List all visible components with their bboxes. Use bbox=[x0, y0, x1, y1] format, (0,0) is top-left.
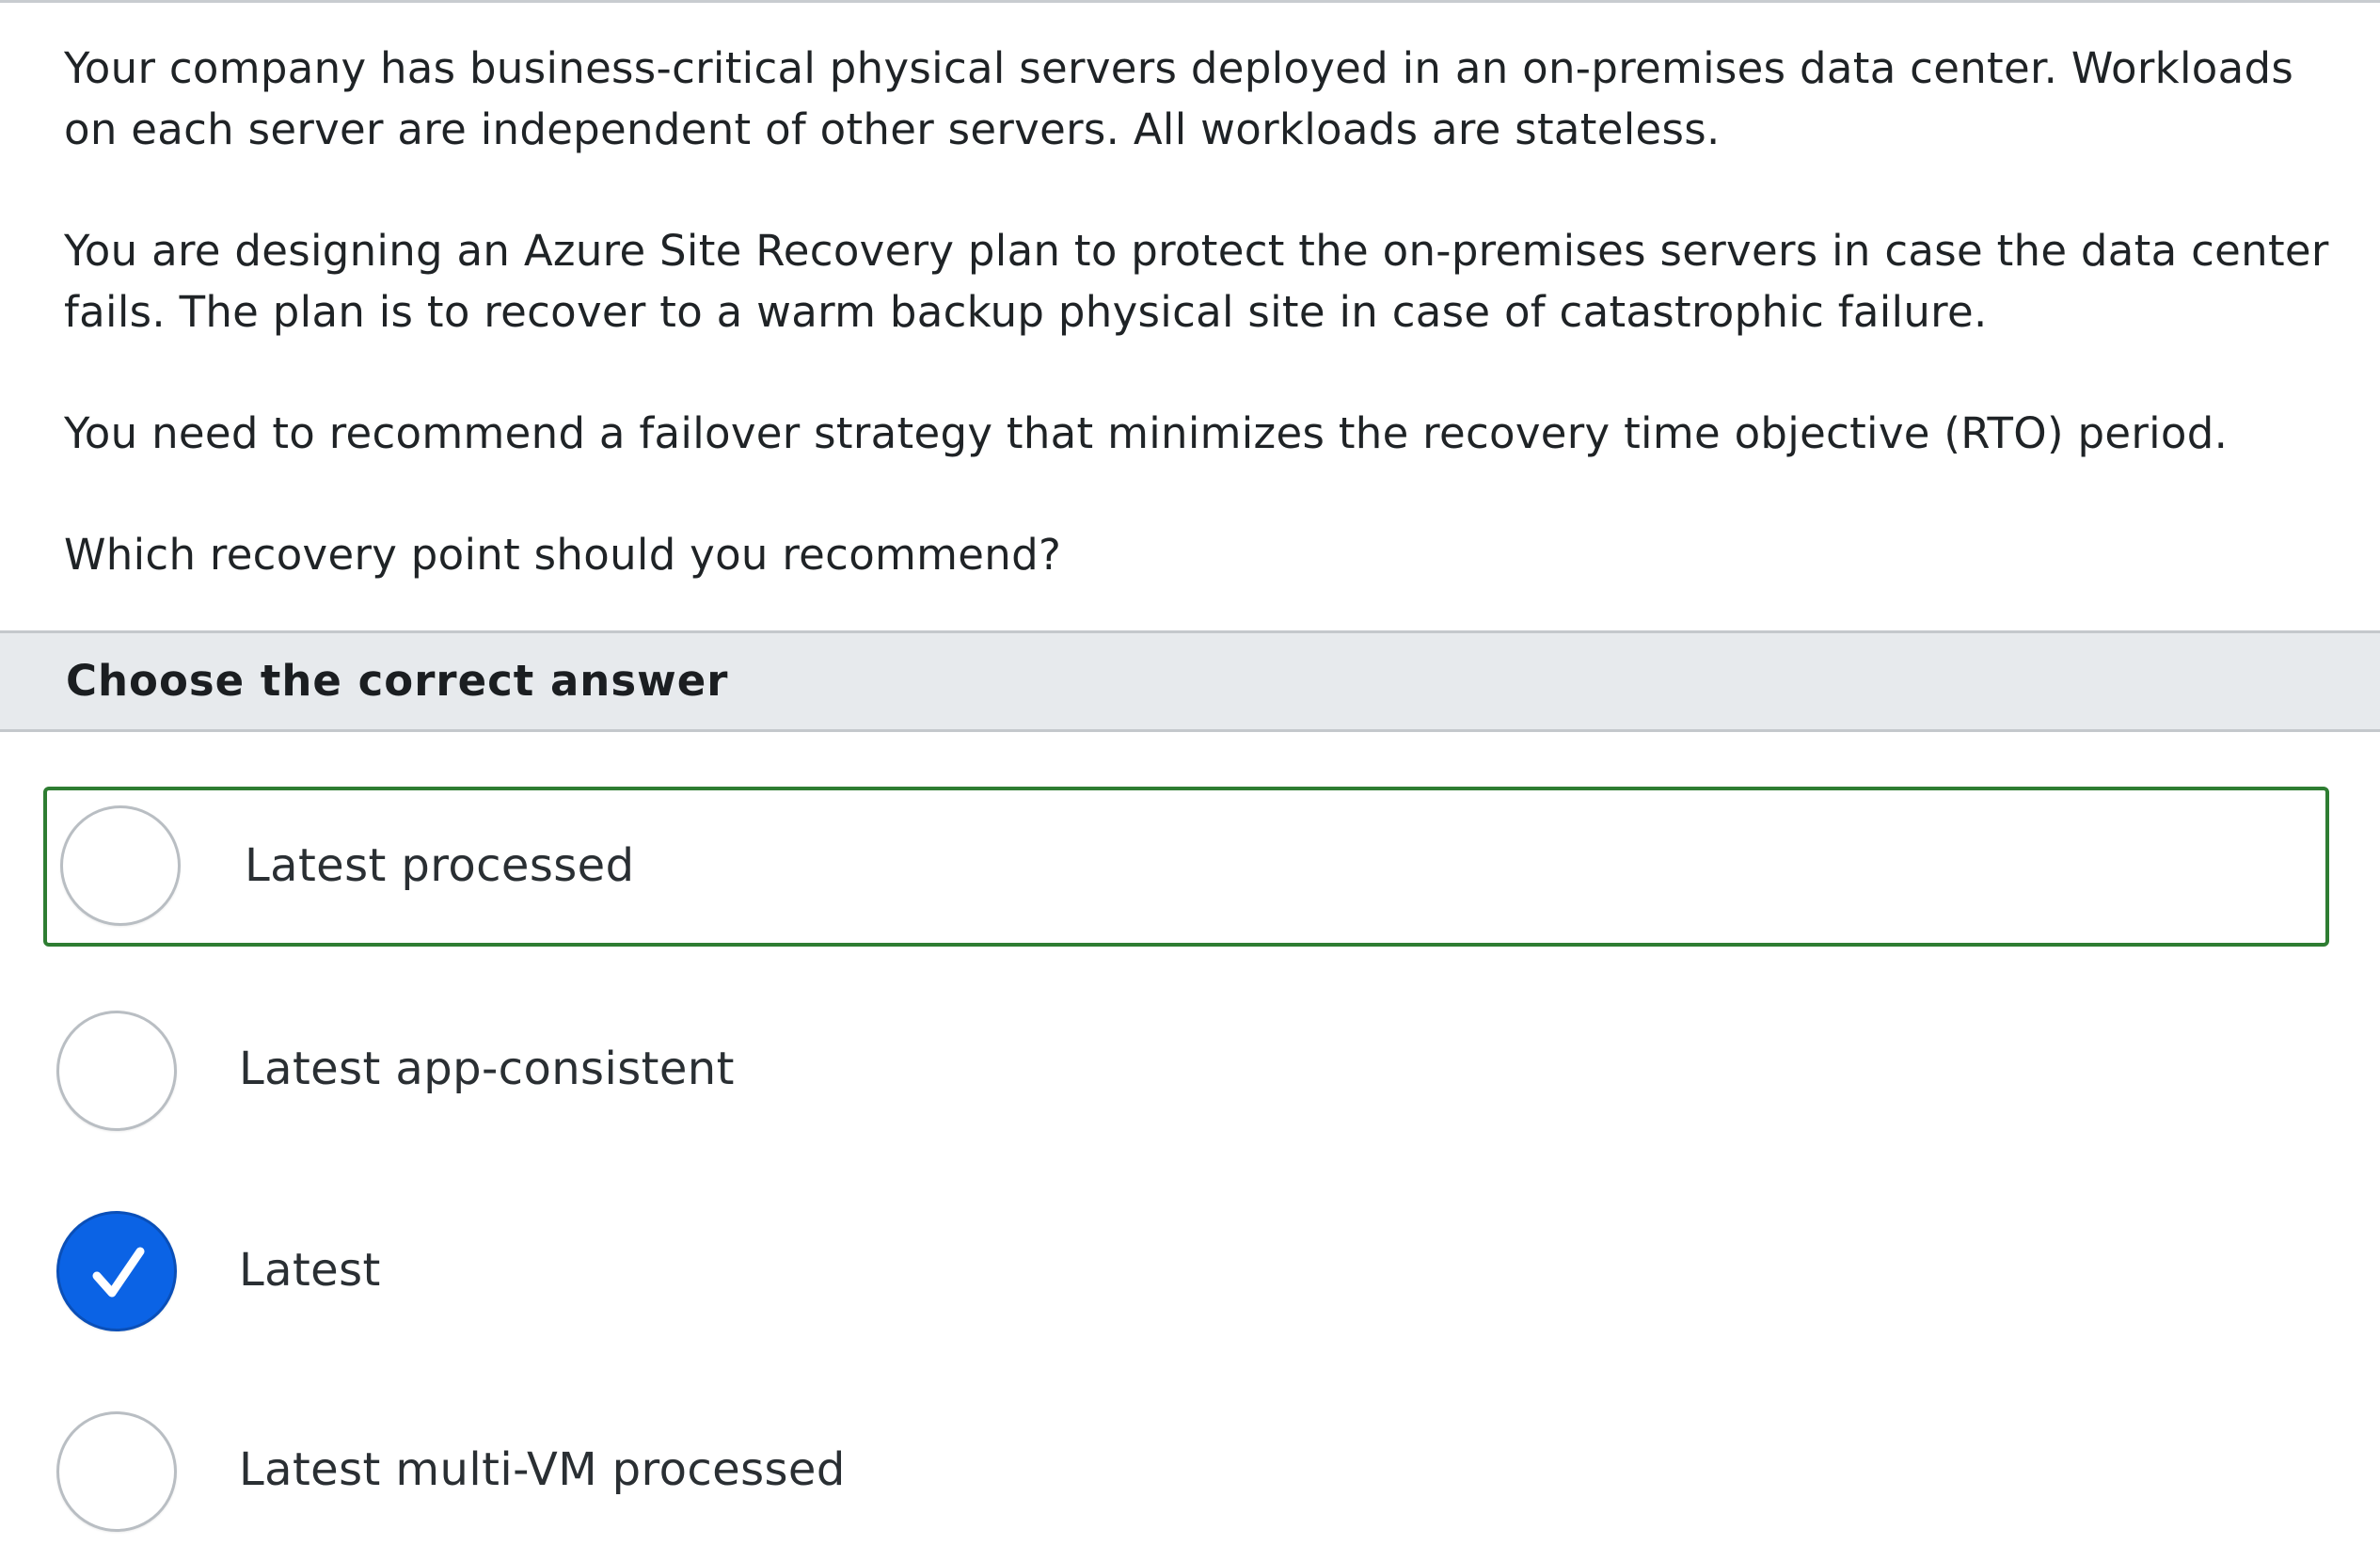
question-prompt: Which recovery point should you recommen… bbox=[64, 530, 1062, 580]
radio-button-checked[interactable] bbox=[56, 1211, 177, 1331]
checkmark-icon bbox=[92, 1247, 145, 1298]
radio-button[interactable] bbox=[56, 1011, 177, 1131]
answer-option-latest[interactable]: Latest bbox=[43, 1195, 2329, 1355]
question-paragraph-2: You are designing an Azure Site Recovery… bbox=[64, 226, 2329, 337]
radio-button[interactable] bbox=[60, 805, 181, 926]
answer-option-latest-multi-vm-processed[interactable]: Latest multi-VM processed bbox=[43, 1396, 2329, 1556]
question-text: Your company has business-critical physi… bbox=[64, 38, 2359, 585]
answer-section-header: Choose the correct answer bbox=[0, 630, 2380, 732]
answer-option-label: Latest app-consistent bbox=[239, 1043, 735, 1095]
radio-button[interactable] bbox=[56, 1411, 177, 1532]
question-paragraph-1: Your company has business-critical physi… bbox=[64, 43, 2294, 154]
answer-option-latest-processed[interactable]: Latest processed bbox=[43, 787, 2329, 947]
answer-option-label: Latest processed bbox=[245, 839, 635, 892]
answer-option-label: Latest multi-VM processed bbox=[239, 1443, 846, 1496]
answer-option-label: Latest bbox=[239, 1244, 381, 1297]
answer-option-latest-app-consistent[interactable]: Latest app-consistent bbox=[43, 996, 2329, 1155]
top-divider bbox=[0, 0, 2380, 3]
answer-section-title: Choose the correct answer bbox=[66, 656, 729, 706]
question-paragraph-3: You need to recommend a failover strateg… bbox=[64, 408, 2229, 458]
